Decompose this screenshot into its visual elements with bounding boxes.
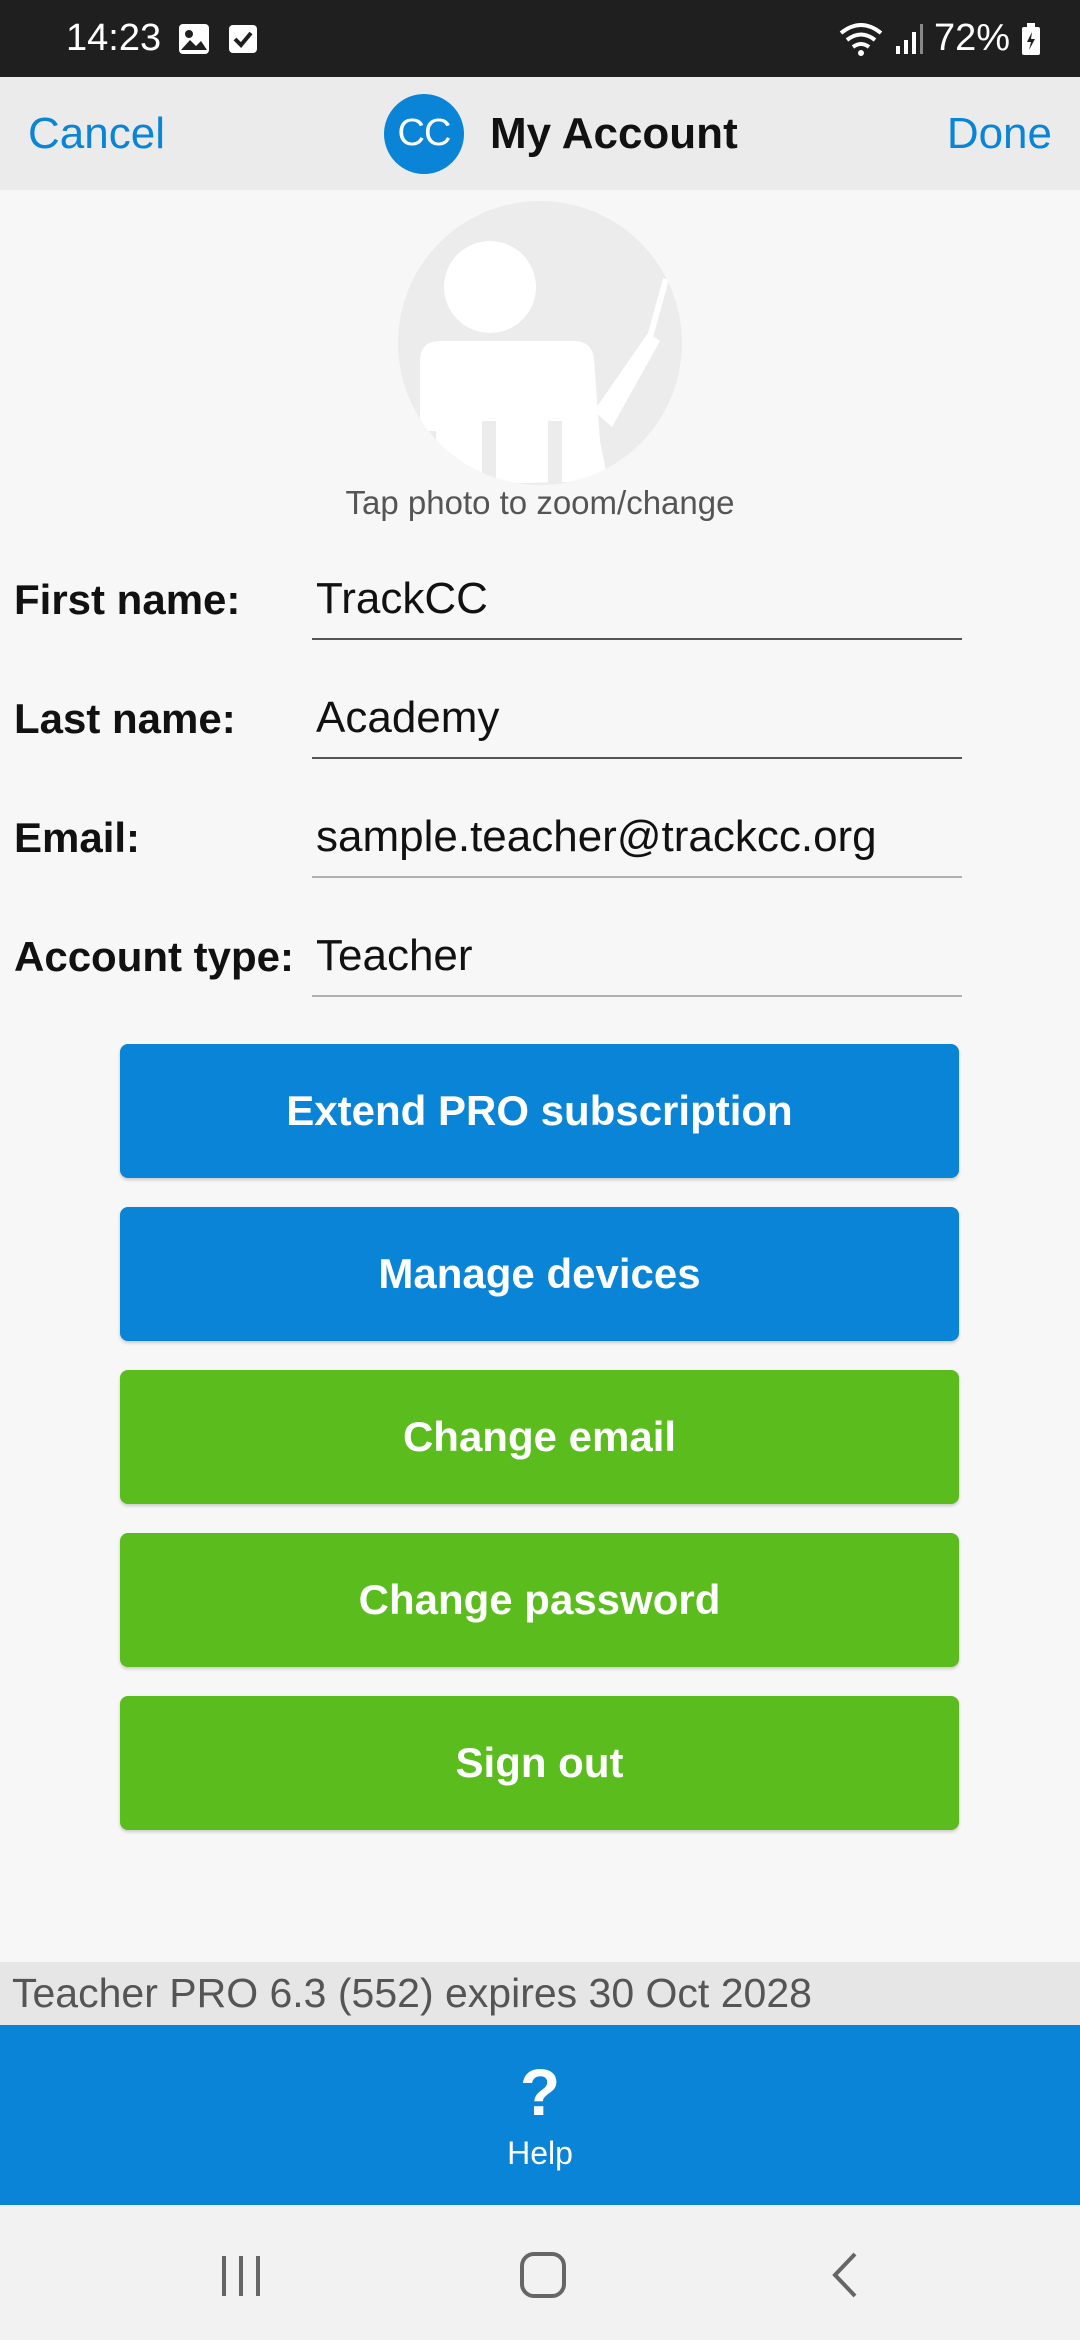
home-icon [520,2252,566,2298]
profile-photo[interactable] [398,201,682,485]
email-field: sample.teacher@trackcc.org [312,798,962,878]
first-name-field[interactable]: TrackCC [312,560,962,640]
photo-caption: Tap photo to zoom/change [345,484,735,521]
last-name-label: Last name: [14,695,236,742]
manage-devices-button[interactable]: Manage devices [120,1207,959,1341]
extend-pro-subscription-button[interactable]: Extend PRO subscription [120,1044,959,1178]
account-type-row: Account type: Teacher [0,917,1080,997]
done-button[interactable]: Done [947,77,1052,190]
change-email-button[interactable]: Change email [120,1370,959,1504]
home-button[interactable] [503,2235,583,2315]
email-row: Email: sample.teacher@trackcc.org [0,798,1080,878]
version-info: Teacher PRO 6.3 (552) expires 30 Oct 202… [0,1962,1080,2025]
first-name-label: First name: [14,576,241,623]
account-type-field: Teacher [312,917,962,997]
nav-bar: Cancel CC My Account Done [0,77,1080,190]
check-icon [227,23,259,55]
nav-title-group: CC My Account [384,77,738,190]
wifi-icon [838,21,884,57]
battery-icon [1020,22,1042,56]
help-tab[interactable]: ? Help [507,2059,573,2172]
last-name-row: Last name: Academy [0,679,1080,759]
bottom-tab-bar: ? Help [0,2025,1080,2205]
signal-icon [894,22,924,56]
recent-apps-button[interactable] [201,2235,281,2315]
help-label: Help [507,2134,573,2171]
sign-out-button[interactable]: Sign out [120,1696,959,1830]
cancel-button[interactable]: Cancel [28,77,165,190]
recent-apps-icon [222,2256,260,2296]
battery-percent: 72% [933,17,1010,59]
account-type-label: Account type: [14,933,295,980]
cc-logo-icon: CC [384,93,464,174]
first-name-row: First name: TrackCC [0,560,1080,640]
teacher-avatar-icon [420,241,669,485]
status-time: 14:23 [66,17,162,59]
last-name-field[interactable]: Academy [312,679,962,759]
back-chevron-icon [832,2252,857,2298]
back-button[interactable] [806,2235,886,2315]
email-label: Email: [14,814,141,861]
status-bar: 14:23 72% [0,0,1080,77]
my-account-screen: 14:23 72% Cancel CC My Account Done Tap … [0,0,1080,2340]
change-password-button[interactable]: Change password [120,1533,959,1667]
help-icon: ? [519,2054,561,2129]
system-nav-bar [0,2205,1080,2340]
page-title: My Account [490,108,738,158]
gallery-icon [177,22,211,56]
